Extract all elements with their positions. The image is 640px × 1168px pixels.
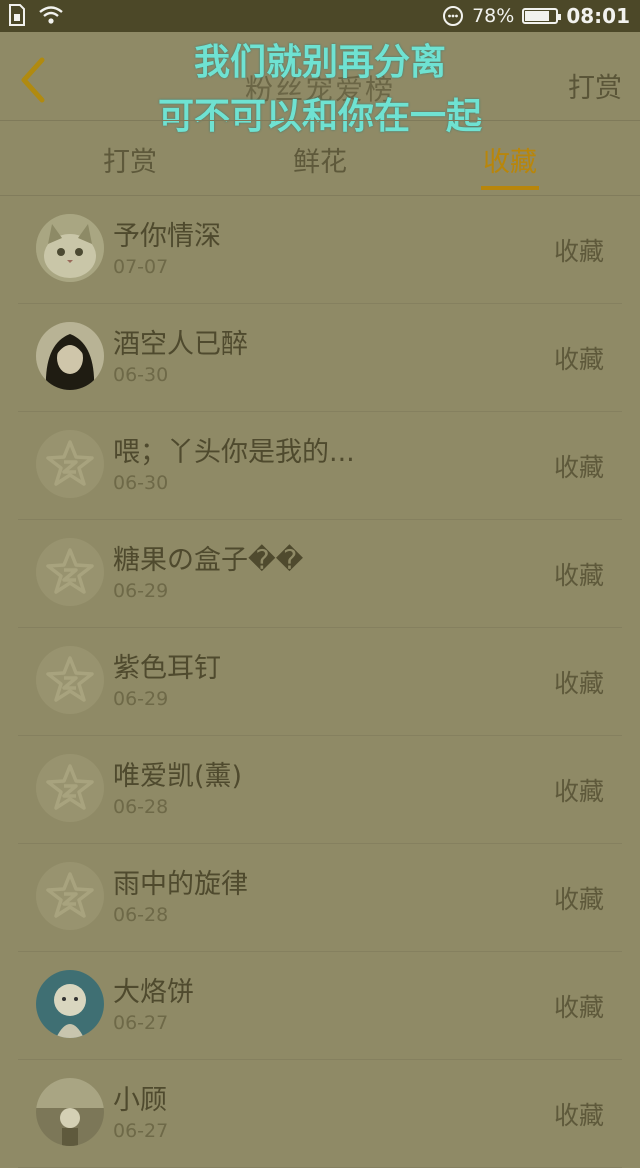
smiley-icon	[443, 6, 464, 26]
tab-favorites[interactable]: 收藏	[450, 140, 570, 179]
date-label: 06-29	[113, 688, 169, 710]
list-item[interactable]: 大烙饼 06-27 收藏	[0, 952, 640, 1060]
user-name: 小顾	[113, 1085, 167, 1116]
tab-flowers[interactable]: 鲜花	[260, 140, 380, 179]
girl-avatar[interactable]	[36, 322, 104, 390]
user-name: 糖果の盒子��	[113, 545, 304, 576]
photo-avatar[interactable]	[36, 1078, 104, 1146]
battery-icon	[522, 8, 562, 24]
date-label: 07-07	[113, 256, 169, 278]
date-label: 06-28	[113, 796, 169, 818]
list-item[interactable]: 喂；丫头你是我的... 06-30 收藏	[0, 412, 640, 520]
reward-button[interactable]: 打赏	[568, 66, 622, 105]
favorite-label: 收藏	[553, 561, 604, 590]
list-item[interactable]: 小顾 06-27 收藏	[0, 1060, 640, 1168]
list-item[interactable]: 糖果の盒子�� 06-29 收藏	[0, 520, 640, 628]
date-label: 06-28	[113, 904, 169, 926]
page-title: 粉丝宠爱榜	[244, 73, 395, 106]
battery-fill	[525, 11, 549, 21]
favorite-label: 收藏	[553, 453, 604, 482]
user-name: 大烙饼	[113, 977, 194, 1008]
wifi-icon	[39, 6, 63, 24]
cat-avatar[interactable]	[36, 214, 104, 282]
sim-card-icon	[9, 4, 25, 26]
date-label: 06-27	[113, 1012, 169, 1034]
list-item[interactable]: 酒空人已醉 06-30 收藏	[0, 304, 640, 412]
tab-bar: 打赏 鲜花 收藏	[0, 122, 640, 194]
default-avatar[interactable]	[36, 430, 104, 498]
user-name: 唯爱凯(薰)	[113, 761, 243, 792]
list-item[interactable]: 紫色耳钉 06-29 收藏	[0, 628, 640, 736]
user-name: 雨中的旋律	[113, 869, 248, 900]
user-name: 酒空人已醉	[113, 329, 248, 360]
user-name: 紫色耳钉	[113, 653, 221, 684]
default-avatar[interactable]	[36, 862, 104, 930]
list-item[interactable]: 唯爱凯(薰) 06-28 收藏	[0, 736, 640, 844]
favorite-label: 收藏	[553, 345, 604, 374]
date-label: 06-27	[113, 1120, 169, 1142]
date-label: 06-30	[113, 472, 169, 494]
clock: 08:01	[566, 4, 630, 28]
tab-reward[interactable]: 打赏	[70, 140, 190, 179]
cartoon-avatar[interactable]	[36, 970, 104, 1038]
date-label: 06-29	[113, 580, 169, 602]
list-item[interactable]: 雨中的旋律 06-28 收藏	[0, 844, 640, 952]
favorite-label: 收藏	[553, 885, 604, 914]
active-tab-indicator	[481, 186, 539, 190]
header: 粉丝宠爱榜 打赏	[0, 32, 640, 122]
favorite-label: 收藏	[553, 237, 604, 266]
date-label: 06-30	[113, 364, 169, 386]
fan-list: 予你情深 07-07 收藏 酒空人已醉 06-30 收藏 喂；丫头你是我的... 06-30 收…	[0, 196, 640, 1168]
default-avatar[interactable]	[36, 646, 104, 714]
battery-percent: 78%	[472, 5, 515, 27]
default-avatar[interactable]	[36, 754, 104, 822]
favorite-label: 收藏	[553, 993, 604, 1022]
header-divider	[0, 120, 640, 121]
status-bar: 78% 08:01	[0, 0, 640, 32]
favorite-label: 收藏	[553, 1101, 604, 1130]
favorite-label: 收藏	[553, 777, 604, 806]
list-item[interactable]: 予你情深 07-07 收藏	[0, 196, 640, 304]
default-avatar[interactable]	[36, 538, 104, 606]
user-name: 喂；丫头你是我的...	[113, 437, 355, 468]
favorite-label: 收藏	[553, 669, 604, 698]
user-name: 予你情深	[113, 221, 221, 252]
